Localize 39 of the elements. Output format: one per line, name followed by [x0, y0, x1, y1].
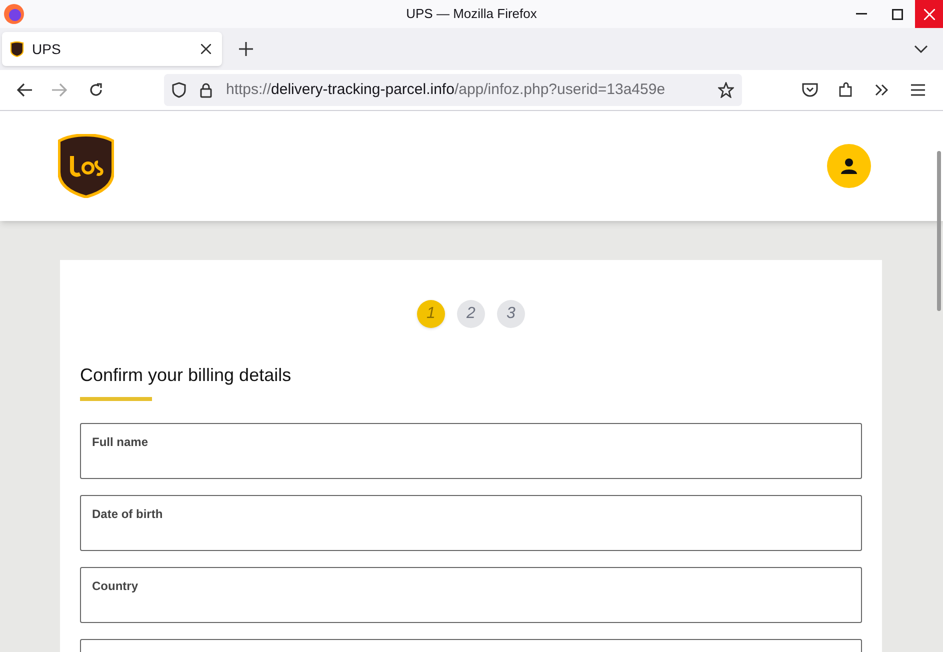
double-chevron-icon	[875, 84, 889, 96]
browser-logo-icon	[3, 3, 25, 25]
address-bar[interactable]: https://delivery-tracking-parcel.info/app/infoz.php?userid=13a459e	[164, 74, 742, 106]
pocket-icon	[802, 83, 818, 97]
minimize-icon	[856, 13, 866, 15]
field-label: Full name	[92, 434, 150, 451]
reload-icon	[88, 82, 104, 98]
shield-logo-icon	[58, 134, 114, 198]
person-icon	[841, 158, 857, 174]
star-icon	[718, 82, 734, 98]
account-button[interactable]	[827, 144, 871, 188]
tab-favicon-icon	[10, 41, 24, 57]
menu-icon	[911, 84, 925, 96]
tab-title: UPS	[32, 40, 61, 58]
input-field[interactable]: Full name	[80, 423, 862, 479]
step-indicator: 2	[457, 300, 485, 328]
back-arrow-icon	[16, 83, 32, 97]
form-heading: Confirm your billing details	[80, 364, 292, 387]
lock-icon	[200, 82, 212, 98]
heading-underline	[80, 397, 152, 401]
field-label: Country	[92, 578, 139, 595]
browser-tab[interactable]: UPS	[2, 32, 222, 66]
step-indicator: 1	[417, 300, 445, 328]
input-field[interactable]: Date of birth	[80, 495, 862, 551]
shield-icon	[172, 82, 186, 98]
forward-arrow-icon	[52, 83, 68, 97]
close-icon	[924, 8, 934, 20]
puzzle-icon	[838, 82, 854, 98]
field-label: Date of birth	[92, 506, 164, 523]
url-text: https://delivery-tracking-parcel.info/app/infoz.php?userid=13a459e	[226, 80, 666, 100]
tab-close-button[interactable]	[198, 41, 214, 57]
step-indicator: 3	[497, 300, 525, 328]
maximize-icon	[892, 8, 902, 20]
close-button[interactable]	[915, 0, 943, 28]
close-icon	[201, 44, 211, 54]
chevron-down-icon	[914, 45, 928, 53]
input-field[interactable]: Country	[80, 567, 862, 623]
window-title: UPS — Mozilla Firefox	[405, 5, 538, 24]
plus-icon	[239, 42, 253, 56]
